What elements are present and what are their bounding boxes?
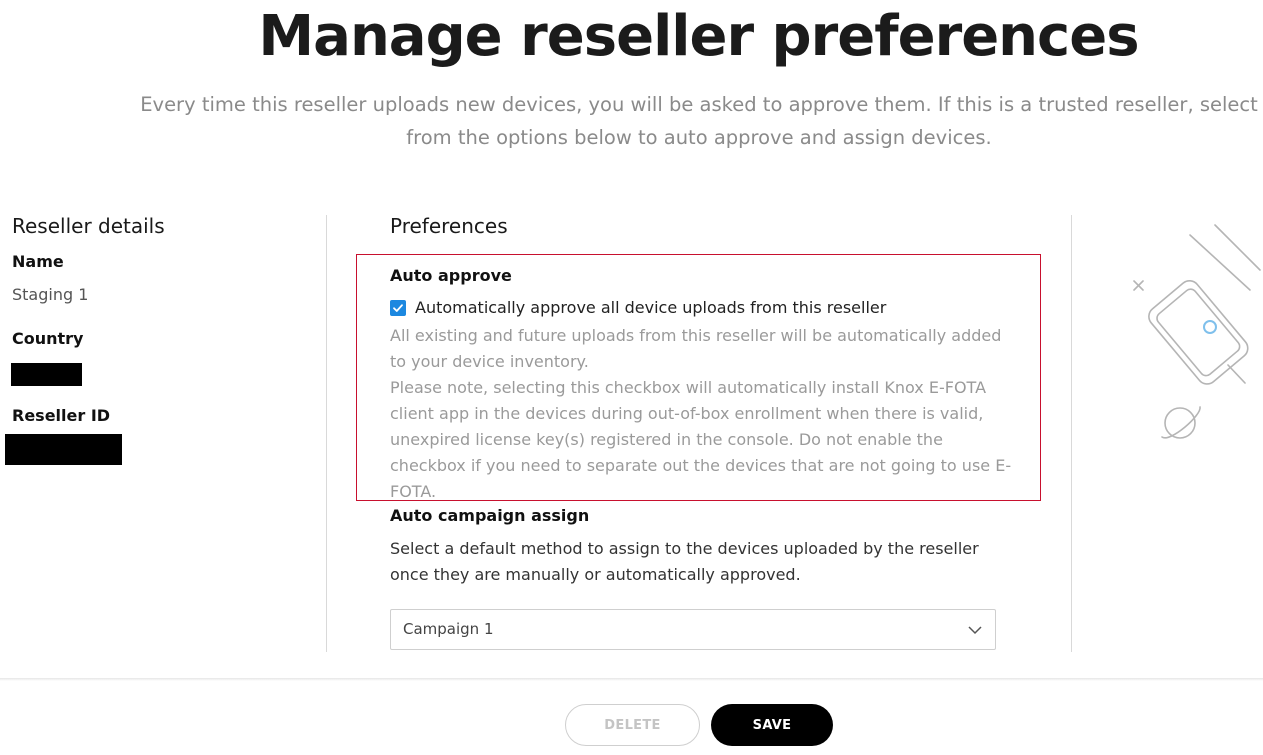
country-label: Country (12, 329, 84, 348)
reseller-id-label: Reseller ID (12, 406, 111, 425)
chevron-down-icon (968, 626, 982, 635)
right-divider (1071, 215, 1072, 652)
auto-approve-help-text: All existing and future uploads from thi… (390, 326, 1002, 371)
auto-approve-efota-note: Please note, selecting this checkbox wil… (390, 378, 1012, 501)
reseller-id-value-redacted (5, 434, 122, 465)
auto-approve-checkbox[interactable] (390, 300, 406, 316)
page-title: Manage reseller preferences (258, 4, 1139, 69)
name-label: Name (12, 252, 64, 271)
phone-planet-illustration (1133, 224, 1261, 439)
campaign-select[interactable]: Campaign 1 (390, 609, 996, 650)
delete-button[interactable]: DELETE (565, 704, 700, 746)
auto-campaign-heading: Auto campaign assign (390, 506, 590, 525)
country-value-redacted (11, 363, 82, 386)
reseller-details-heading: Reseller details (12, 214, 165, 238)
manage-reseller-preferences-page: Manage reseller preferences Every time t… (0, 0, 1263, 755)
save-button[interactable]: SAVE (711, 704, 833, 746)
loading-spinner-icon (1203, 320, 1217, 334)
left-divider (326, 215, 327, 652)
footer-divider (0, 678, 1263, 681)
auto-approve-checkbox-label[interactable]: Automatically approve all device uploads… (415, 298, 886, 317)
preferences-heading: Preferences (390, 214, 508, 238)
auto-approve-heading: Auto approve (390, 266, 512, 285)
campaign-select-value: Campaign 1 (403, 620, 494, 638)
auto-campaign-description: Select a default method to assign to the… (390, 539, 979, 584)
name-value: Staging 1 (12, 285, 89, 304)
page-subtitle: Every time this reseller uploads new dev… (140, 93, 1258, 149)
checkmark-icon (393, 304, 403, 312)
